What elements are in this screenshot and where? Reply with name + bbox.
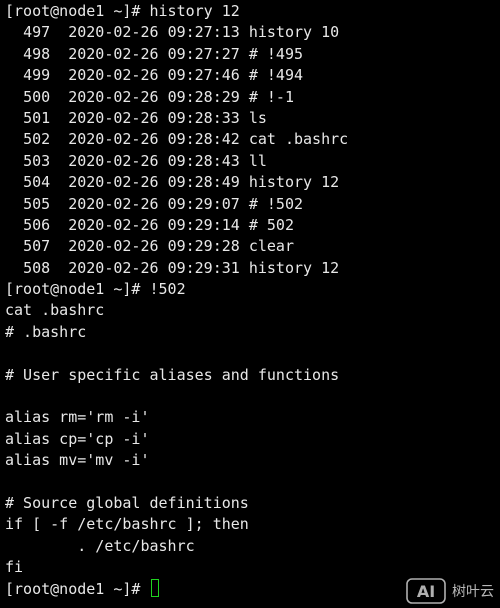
watermark: AI 树叶云 xyxy=(406,578,494,604)
history-time: 09:28:43 xyxy=(167,151,240,170)
history-time: 09:27:46 xyxy=(167,66,240,85)
output-line: # Source global definitions xyxy=(5,493,249,512)
history-time: 09:27:27 xyxy=(167,44,240,63)
history-entry: 498 2020-02-26 09:27:27 # !495 xyxy=(5,44,500,65)
history-command: # !495 xyxy=(248,44,304,63)
history-command: # !-1 xyxy=(248,87,294,106)
command-output: cat .bashrc # .bashrc # User specific alia… xyxy=(5,300,500,578)
history-number: 503 xyxy=(23,151,51,170)
output-line: # User specific aliases and functions xyxy=(5,365,340,384)
history-entry: 497 2020-02-26 09:27:13 history 10 xyxy=(5,22,500,43)
output-line: # .bashrc xyxy=(5,322,87,341)
history-date: 2020-02-26 xyxy=(68,108,159,127)
history-entry: 507 2020-02-26 09:29:28 clear xyxy=(5,236,500,257)
watermark-text: 树叶云 xyxy=(452,584,494,600)
history-entry: 503 2020-02-26 09:28:43 ll xyxy=(5,151,500,172)
history-date: 2020-02-26 xyxy=(68,44,159,63)
history-entry: 500 2020-02-26 09:28:29 # !-1 xyxy=(5,87,500,108)
history-number: 497 xyxy=(23,23,51,42)
cursor-block xyxy=(150,578,159,597)
history-time: 09:29:14 xyxy=(167,215,240,234)
history-date: 2020-02-26 xyxy=(68,151,159,170)
history-date: 2020-02-26 xyxy=(68,237,159,256)
history-time: 09:29:28 xyxy=(167,237,240,256)
history-date: 2020-02-26 xyxy=(68,173,159,192)
history-entry: 499 2020-02-26 09:27:46 # !494 xyxy=(5,65,500,86)
output-line: cat .bashrc xyxy=(5,301,105,320)
history-command: # 502 xyxy=(248,215,294,234)
history-time: 09:28:42 xyxy=(167,130,240,149)
history-number: 501 xyxy=(23,108,51,127)
history-command: ls xyxy=(248,108,267,127)
output-line: alias rm='rm -i' xyxy=(5,408,150,427)
history-time: 09:29:31 xyxy=(167,258,240,277)
history-time: 09:28:33 xyxy=(167,108,240,127)
history-entry: 502 2020-02-26 09:28:42 cat .bashrc xyxy=(5,129,500,150)
command-line-bang-502: [root@node1 ~]# !502 xyxy=(5,280,186,299)
history-entry: 506 2020-02-26 09:29:14 # 502 xyxy=(5,215,500,236)
history-date: 2020-02-26 xyxy=(68,66,159,85)
terminal-window[interactable]: [root@node1 ~]# history 12 497 2020-02-2… xyxy=(0,0,500,608)
history-number: 506 xyxy=(23,215,51,234)
history-date: 2020-02-26 xyxy=(68,130,159,149)
prompt-text: [root@node1 ~]# xyxy=(5,579,150,598)
history-time: 09:28:29 xyxy=(167,87,240,106)
history-number: 499 xyxy=(23,66,51,85)
history-number: 502 xyxy=(23,130,51,149)
history-date: 2020-02-26 xyxy=(68,23,159,42)
history-entry: 504 2020-02-26 09:28:49 history 12 xyxy=(5,172,500,193)
history-list: 497 2020-02-26 09:27:13 history 10 498 2… xyxy=(5,22,500,279)
history-entry: 505 2020-02-26 09:29:07 # !502 xyxy=(5,194,500,215)
history-entry: 508 2020-02-26 09:29:31 history 12 xyxy=(5,258,500,279)
history-time: 09:27:13 xyxy=(167,23,240,42)
logo-text: AI xyxy=(417,582,435,601)
history-date: 2020-02-26 xyxy=(68,258,159,277)
history-number: 507 xyxy=(23,237,51,256)
output-line: alias mv='mv -i' xyxy=(5,451,150,470)
output-line: if [ -f /etc/bashrc ]; then xyxy=(5,515,249,534)
ai-logo-icon: AI xyxy=(406,578,446,604)
history-number: 508 xyxy=(23,258,51,277)
history-command: # !502 xyxy=(248,194,304,213)
history-date: 2020-02-26 xyxy=(68,87,159,106)
history-command: history 12 xyxy=(248,258,340,277)
history-command: clear xyxy=(248,237,294,256)
history-command: history 12 xyxy=(248,173,340,192)
history-number: 498 xyxy=(23,44,51,63)
history-date: 2020-02-26 xyxy=(68,215,159,234)
output-line: alias cp='cp -i' xyxy=(5,429,150,448)
history-command: ll xyxy=(248,151,267,170)
history-number: 500 xyxy=(23,87,51,106)
history-time: 09:28:49 xyxy=(167,173,240,192)
history-command: cat .bashrc xyxy=(248,130,349,149)
history-date: 2020-02-26 xyxy=(68,194,159,213)
history-number: 504 xyxy=(23,173,51,192)
history-entry: 501 2020-02-26 09:28:33 ls xyxy=(5,108,500,129)
history-command: # !494 xyxy=(248,66,304,85)
output-line: fi xyxy=(5,558,24,577)
history-number: 505 xyxy=(23,194,51,213)
history-command: history 10 xyxy=(248,23,340,42)
command-line-history: [root@node1 ~]# history 12 xyxy=(5,2,240,20)
history-time: 09:29:07 xyxy=(167,194,240,213)
output-line: . /etc/bashrc xyxy=(5,536,195,555)
